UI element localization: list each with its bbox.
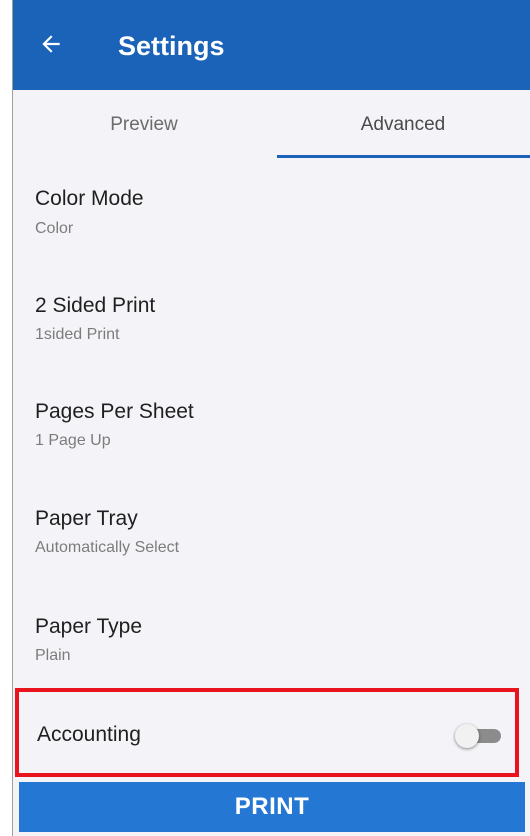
- setting-pages-per-sheet[interactable]: Pages Per Sheet 1 Page Up: [13, 372, 530, 479]
- app-bar: Settings: [13, 0, 530, 90]
- print-button[interactable]: PRINT: [19, 782, 525, 832]
- tab-selected-indicator: [277, 155, 530, 158]
- setting-label: Paper Tray: [35, 507, 138, 530]
- setting-label: Color Mode: [35, 187, 144, 210]
- setting-label: 2 Sided Print: [35, 294, 156, 317]
- accounting-toggle[interactable]: [455, 722, 503, 750]
- setting-paper-type[interactable]: Paper Type Plain: [13, 586, 530, 688]
- tab-bar: Preview Advanced: [13, 90, 530, 160]
- accounting-label: Accounting: [37, 723, 141, 746]
- tab-preview[interactable]: Preview: [13, 90, 275, 160]
- setting-accounting-row[interactable]: Accounting: [15, 688, 519, 777]
- setting-2-sided-print[interactable]: 2 Sided Print 1sided Print: [13, 265, 530, 372]
- arrow-left-icon: [42, 35, 60, 53]
- setting-label: Paper Type: [35, 615, 143, 638]
- page-title: Settings: [118, 31, 225, 61]
- setting-value: 1 Page Up: [35, 432, 111, 449]
- toggle-thumb: [455, 724, 479, 748]
- back-button[interactable]: [31, 24, 71, 64]
- setting-value: 1sided Print: [35, 326, 120, 343]
- setting-paper-tray[interactable]: Paper Tray Automatically Select: [13, 479, 530, 586]
- settings-screen: Settings Preview Advanced Color Mode Col…: [12, 0, 530, 836]
- setting-value: Automatically Select: [35, 539, 180, 556]
- tab-advanced[interactable]: Advanced: [275, 90, 530, 160]
- setting-color-mode[interactable]: Color Mode Color: [13, 160, 530, 265]
- setting-value: Plain: [35, 647, 71, 664]
- setting-label: Pages Per Sheet: [35, 400, 194, 423]
- setting-value: Color: [35, 220, 74, 237]
